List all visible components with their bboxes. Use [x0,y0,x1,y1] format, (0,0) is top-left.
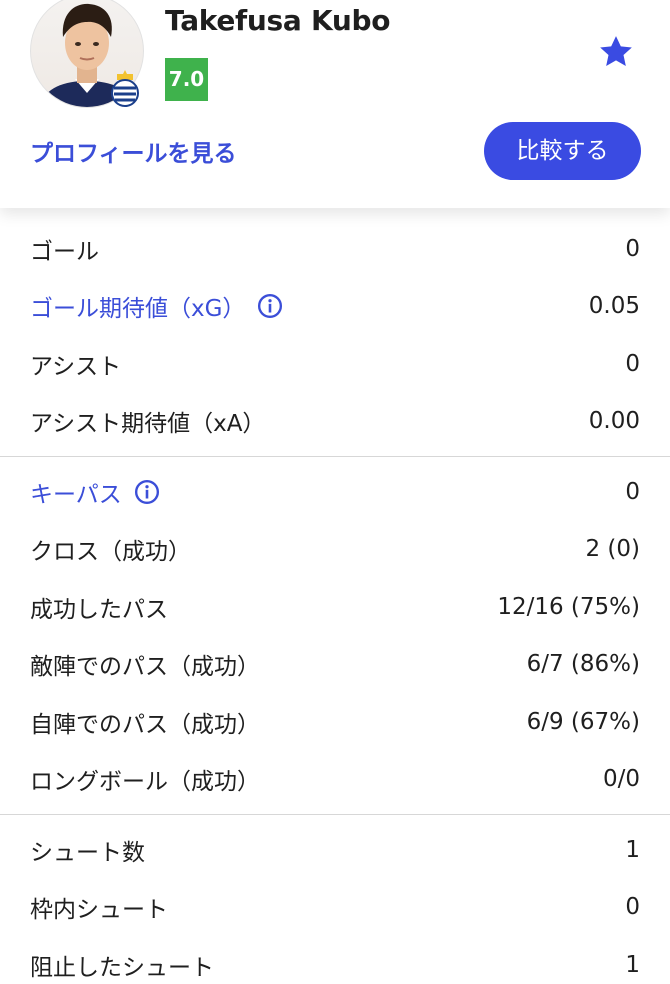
stat-label-text: 成功したパス [30,596,168,623]
stats-list: ゴール 0 ゴール期待値（xG） 0.05 アシスト 0 アシスト期待値（xA） 0.00 キー… [0,208,670,984]
stat-label-text: アシスト期待値（xA） [30,411,266,438]
player-name: Takefusa Kubo [165,4,391,37]
stat-label: ゴール [30,232,99,266]
stat-row: アシスト 0 [0,335,670,393]
stat-label: 成功したパス [30,590,168,624]
stat-label-text: シュート数 [30,839,145,866]
stat-row: 成功したパス 12/16 (75%) [0,578,670,636]
stat-label-text: 枠内シュート [30,897,168,924]
info-icon[interactable] [257,293,283,319]
stat-label-text: キーパス [30,481,122,508]
stat-value: 1 [625,836,640,863]
info-icon[interactable] [134,479,160,505]
stat-label-text: ロングボール（成功） [30,769,260,796]
player-stats-page: Takefusa Kubo 7.0 プロフィールを見る 比較する ゴール 0 ゴール… [0,0,670,984]
compare-button[interactable]: 比較する [484,122,641,180]
stat-label[interactable]: キーパス [30,475,160,509]
stat-label: アシスト [30,347,121,381]
stat-value: 6/9 (67%) [526,708,640,735]
stat-label: クロス（成功） [30,532,191,566]
stat-label-text: ゴール [30,238,99,265]
stat-value: 6/7 (86%) [526,651,640,678]
stat-label: 自陣でのパス（成功） [30,705,260,739]
stat-label: 敵陣でのパス（成功） [30,647,260,681]
stat-label-text: 阻止したシュート [30,954,214,981]
stat-value: 1 [625,951,640,978]
stat-label: 枠内シュート [30,890,168,924]
stat-row: アシスト期待値（xA） 0.00 [0,393,670,451]
stat-row: 敵陣でのパス（成功） 6/7 (86%) [0,636,670,694]
stat-value: 0/0 [602,766,640,793]
stat-value: 0.00 [588,408,640,435]
stat-row: 阻止したシュート 1 [0,936,670,984]
club-badge-icon [108,68,142,108]
stat-label-text: クロス（成功） [30,539,191,566]
stat-label[interactable]: ゴール期待値（xG） [30,289,283,323]
stat-value: 0 [625,894,640,921]
view-profile-link[interactable]: プロフィールを見る [30,134,237,168]
stat-row: クロス（成功） 2 (0) [0,521,670,579]
stat-label-text: アシスト [30,353,122,380]
star-icon[interactable] [596,32,636,72]
stats-section: キーパス 0 クロス（成功） 2 (0) 成功したパス 12/16 (75%) 敵陣でのパス… [0,457,670,808]
stat-value: 2 (0) [585,536,640,563]
stat-label: ロングボール（成功） [30,762,260,796]
stat-value: 0 [625,478,640,505]
stat-label-text: ゴール期待値（xG） [30,296,246,323]
stat-value: 12/16 (75%) [497,593,640,620]
player-header: Takefusa Kubo 7.0 プロフィールを見る 比較する [0,0,670,208]
rating-badge: 7.0 [165,58,208,101]
stat-row: 枠内シュート 0 [0,879,670,937]
stat-row: シュート数 1 [0,821,670,879]
stat-label-text: 自陣でのパス（成功） [30,711,260,738]
stat-label: アシスト期待値（xA） [30,404,265,438]
stat-row: 自陣でのパス（成功） 6/9 (67%) [0,693,670,751]
stat-row: ロングボール（成功） 0/0 [0,751,670,809]
stat-value: 0.05 [588,293,640,320]
stat-row: キーパス 0 [0,463,670,521]
stats-section: ゴール 0 ゴール期待値（xG） 0.05 アシスト 0 アシスト期待値（xA） 0.00 [0,208,670,450]
stat-value: 0 [625,350,640,377]
stat-label-text: 敵陣でのパス（成功） [30,654,260,681]
stat-label: シュート数 [30,833,145,867]
stat-row: ゴール期待値（xG） 0.05 [0,278,670,336]
stat-label: 阻止したシュート [30,948,214,982]
stat-row: ゴール 0 [0,220,670,278]
stats-section: シュート数 1 枠内シュート 0 阻止したシュート 1 [0,815,670,984]
stat-value: 0 [625,235,640,262]
